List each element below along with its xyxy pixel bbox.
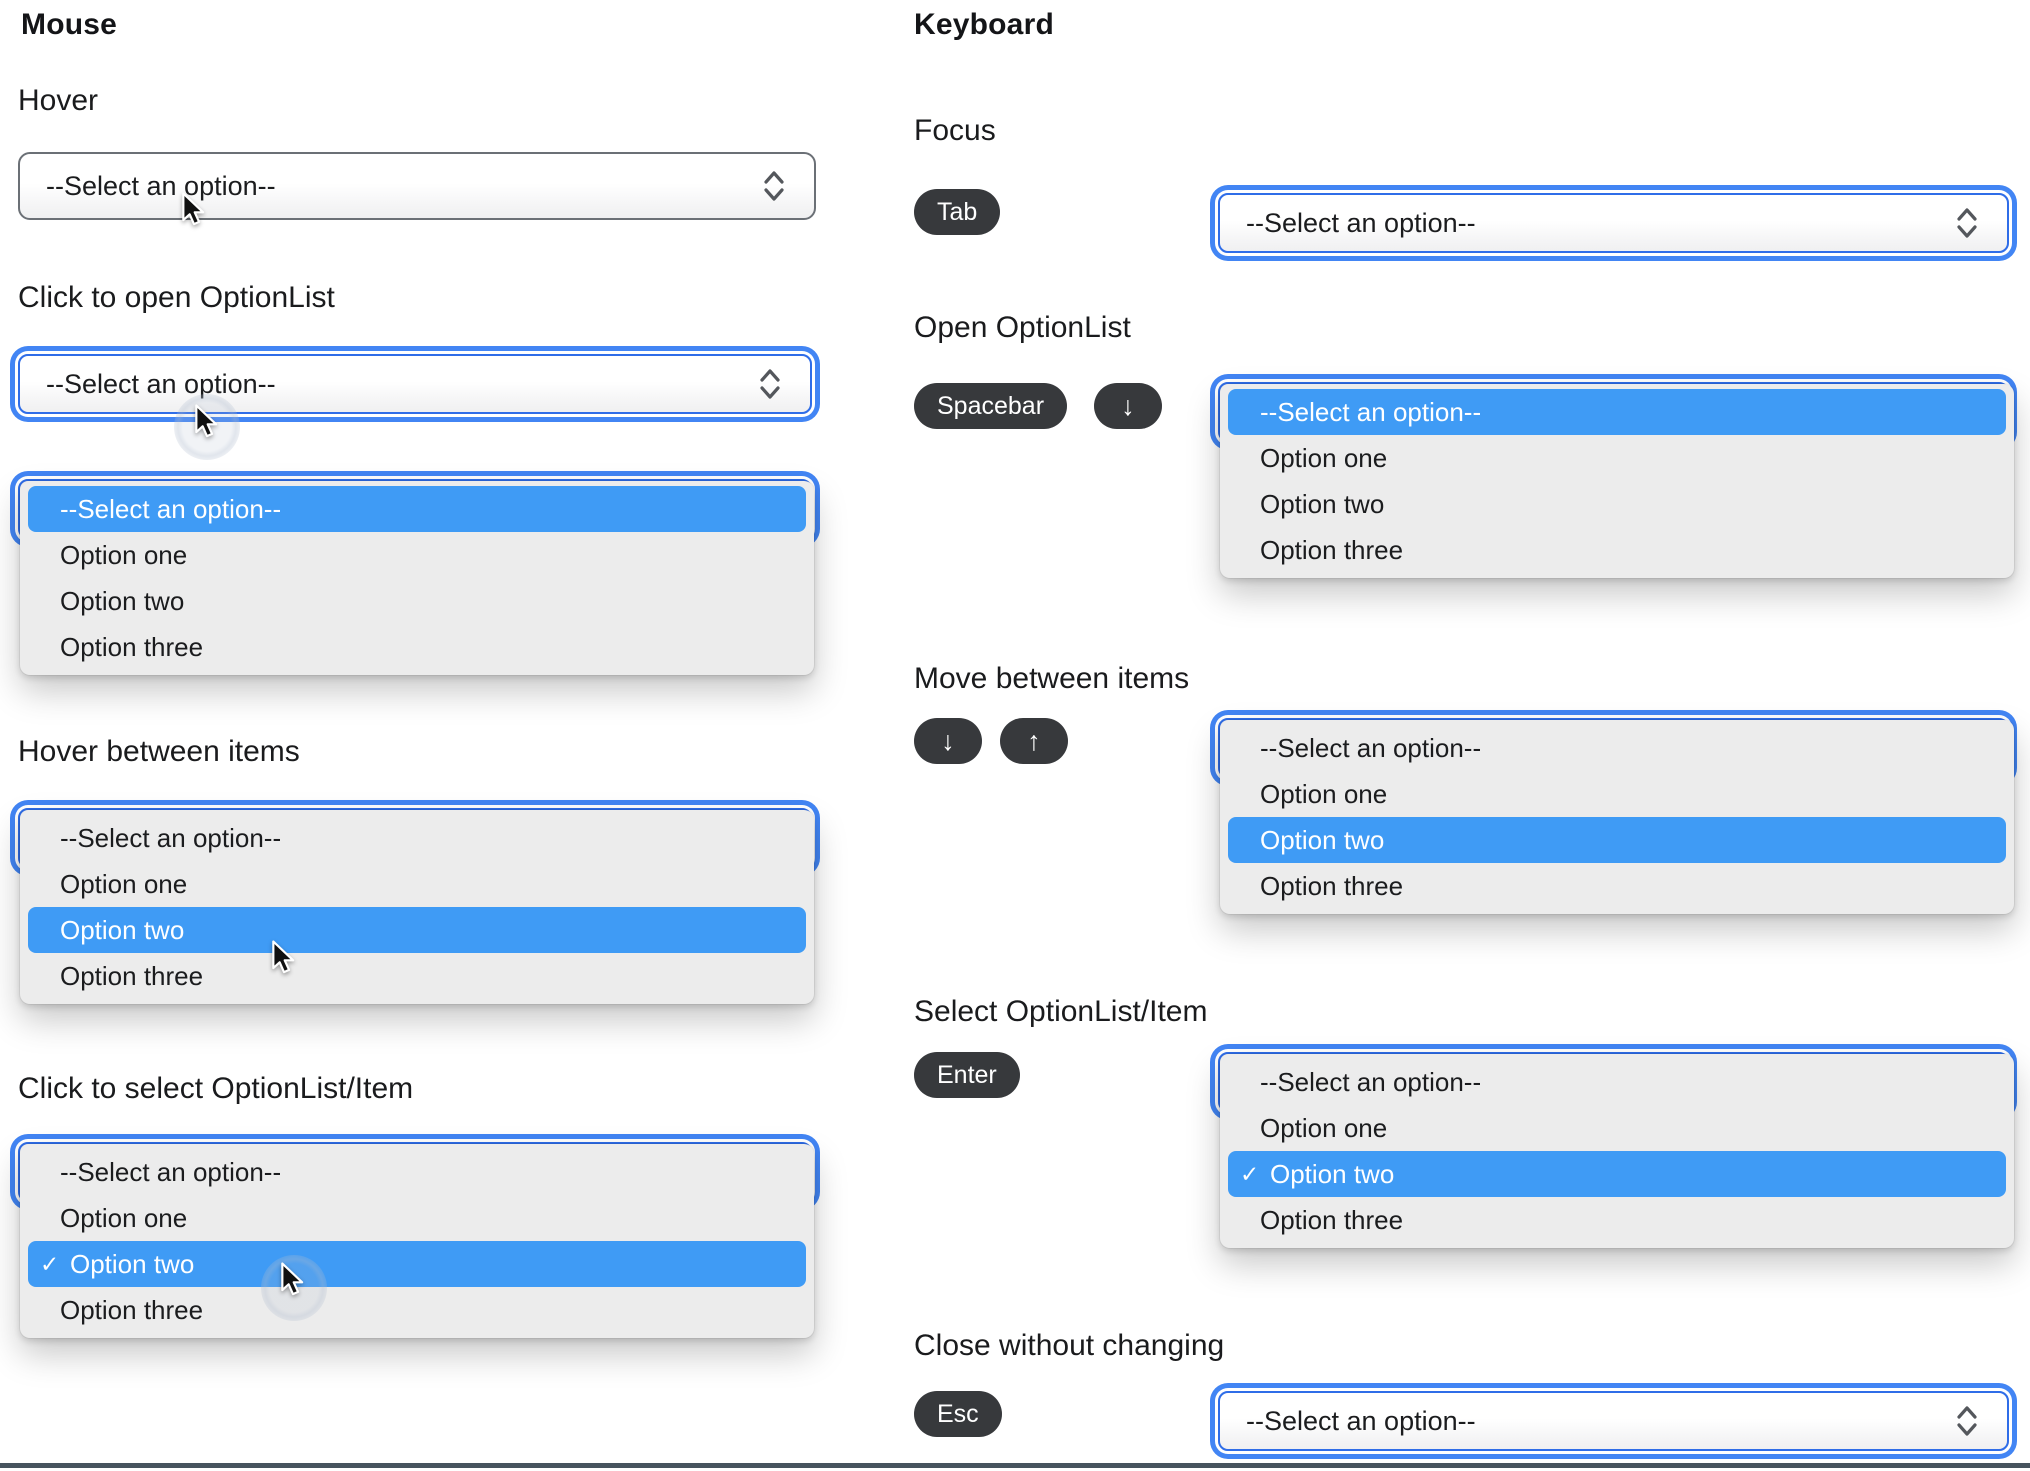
option-label: Option three	[1260, 870, 1404, 901]
option-label: Option two	[70, 1248, 195, 1279]
select-value: --Select an option--	[1246, 207, 1476, 238]
mouse-cursor-icon	[182, 192, 205, 226]
option-item[interactable]: Option two	[1220, 481, 2014, 527]
click-open-section-label: Click to open OptionList	[18, 281, 335, 314]
option-label: --Select an option--	[1260, 1066, 1482, 1097]
option-label: Option three	[60, 960, 204, 991]
option-label: Option two	[1260, 824, 1385, 855]
option-list: --Select an option-- Option one ✓ Option…	[1220, 1054, 2014, 1248]
select-focused-tab[interactable]: --Select an option--	[1218, 193, 2009, 253]
option-list: --Select an option-- Option one Option t…	[1220, 720, 2014, 914]
arrow-down-icon: ↓	[941, 725, 955, 756]
key-spacebar: Spacebar	[914, 383, 1068, 429]
option-label: Option two	[60, 914, 185, 945]
key-label: Spacebar	[937, 391, 1045, 420]
option-label: Option two	[1260, 488, 1385, 519]
check-icon: ✓	[1240, 1160, 1260, 1187]
key-enter: Enter	[914, 1052, 1020, 1098]
select-closed-hover[interactable]: --Select an option--	[18, 152, 816, 220]
option-list: --Select an option-- Option one Option t…	[1220, 384, 2014, 578]
hover-items-section-label: Hover between items	[18, 735, 300, 768]
option-item-selected[interactable]: ✓ Option two	[1228, 1151, 2006, 1197]
option-label: Option three	[60, 631, 204, 662]
mouse-cursor-icon	[272, 940, 295, 974]
option-label: Option one	[60, 1202, 188, 1233]
option-item[interactable]: Option two	[20, 578, 814, 624]
key-arrow-down: ↓	[914, 718, 982, 764]
option-item-highlighted[interactable]: Option two	[1228, 817, 2006, 863]
option-item-selected[interactable]: ✓ Option two	[28, 1241, 806, 1287]
option-item[interactable]: Option one	[1220, 1105, 2014, 1151]
arrow-down-icon: ↓	[1121, 390, 1135, 421]
select-value: --Select an option--	[1246, 1405, 1476, 1436]
option-item[interactable]: --Select an option--	[1220, 725, 2014, 771]
chevron-updown-icon	[760, 369, 780, 399]
mouse-cursor-icon	[281, 1262, 304, 1296]
open-section-label: Open OptionList	[914, 311, 1131, 344]
option-item[interactable]: Option one	[1220, 435, 2014, 481]
option-label: --Select an option--	[1260, 396, 1482, 427]
option-item[interactable]: Option three	[1220, 1197, 2014, 1243]
option-label: Option one	[1260, 442, 1388, 473]
option-item-highlighted[interactable]: --Select an option--	[28, 486, 806, 532]
option-label: Option three	[1260, 534, 1404, 565]
key-esc: Esc	[914, 1391, 1002, 1437]
option-item[interactable]: Option one	[20, 1195, 814, 1241]
arrow-up-icon: ↑	[1027, 725, 1041, 756]
option-item[interactable]: Option one	[20, 861, 814, 907]
option-label: Option two	[60, 585, 185, 616]
option-list: --Select an option-- Option one Option t…	[20, 810, 814, 1004]
click-select-section-label: Click to select OptionList/Item	[18, 1072, 414, 1105]
key-label: Tab	[937, 197, 978, 226]
option-item[interactable]: Option one	[1220, 771, 2014, 817]
select-value: --Select an option--	[46, 368, 276, 399]
chevron-updown-icon	[764, 171, 784, 201]
option-label: Option one	[1260, 778, 1388, 809]
select-focused-click[interactable]: --Select an option--	[18, 354, 812, 414]
option-label: --Select an option--	[60, 1156, 282, 1187]
check-icon: ✓	[40, 1250, 60, 1277]
option-item[interactable]: Option three	[1220, 863, 2014, 909]
key-label: Enter	[937, 1060, 997, 1089]
key-label: Esc	[937, 1399, 979, 1428]
close-section-label: Close without changing	[914, 1329, 1225, 1362]
bottom-divider	[0, 1463, 2030, 1468]
focus-section-label: Focus	[914, 114, 996, 147]
option-label: --Select an option--	[60, 493, 282, 524]
option-item[interactable]: Option one	[20, 532, 814, 578]
select-focused-esc[interactable]: --Select an option--	[1218, 1391, 2009, 1451]
hover-section-label: Hover	[18, 84, 99, 117]
mouse-heading: Mouse	[21, 8, 118, 41]
select-value: --Select an option--	[46, 170, 276, 201]
option-list: --Select an option-- Option one ✓ Option…	[20, 1144, 814, 1338]
option-item[interactable]: Option three	[20, 624, 814, 670]
option-label: Option two	[1270, 1158, 1395, 1189]
option-label: Option three	[1260, 1204, 1404, 1235]
option-label: Option one	[60, 868, 188, 899]
option-item-highlighted[interactable]: Option two	[28, 907, 806, 953]
key-arrow-down: ↓	[1094, 383, 1162, 429]
key-tab: Tab	[914, 189, 1001, 235]
select-item-section-label: Select OptionList/Item	[914, 995, 1208, 1028]
option-item[interactable]: Option three	[1220, 527, 2014, 573]
option-item[interactable]: --Select an option--	[1220, 1059, 2014, 1105]
key-arrow-up: ↑	[1000, 718, 1068, 764]
option-label: --Select an option--	[60, 822, 282, 853]
option-item[interactable]: --Select an option--	[20, 1149, 814, 1195]
option-list: --Select an option-- Option one Option t…	[20, 481, 814, 675]
option-item[interactable]: --Select an option--	[20, 815, 814, 861]
option-item[interactable]: Option three	[20, 1287, 814, 1333]
option-label: --Select an option--	[1260, 732, 1482, 763]
option-item[interactable]: Option three	[20, 953, 814, 999]
option-item-highlighted[interactable]: --Select an option--	[1228, 389, 2006, 435]
option-label: Option one	[1260, 1112, 1388, 1143]
chevron-updown-icon	[1957, 1406, 1977, 1436]
move-section-label: Move between items	[914, 662, 1190, 695]
mouse-cursor-icon	[195, 404, 218, 438]
option-label: Option three	[60, 1294, 204, 1325]
chevron-updown-icon	[1957, 208, 1977, 238]
keyboard-heading: Keyboard	[914, 8, 1054, 41]
option-label: Option one	[60, 539, 188, 570]
